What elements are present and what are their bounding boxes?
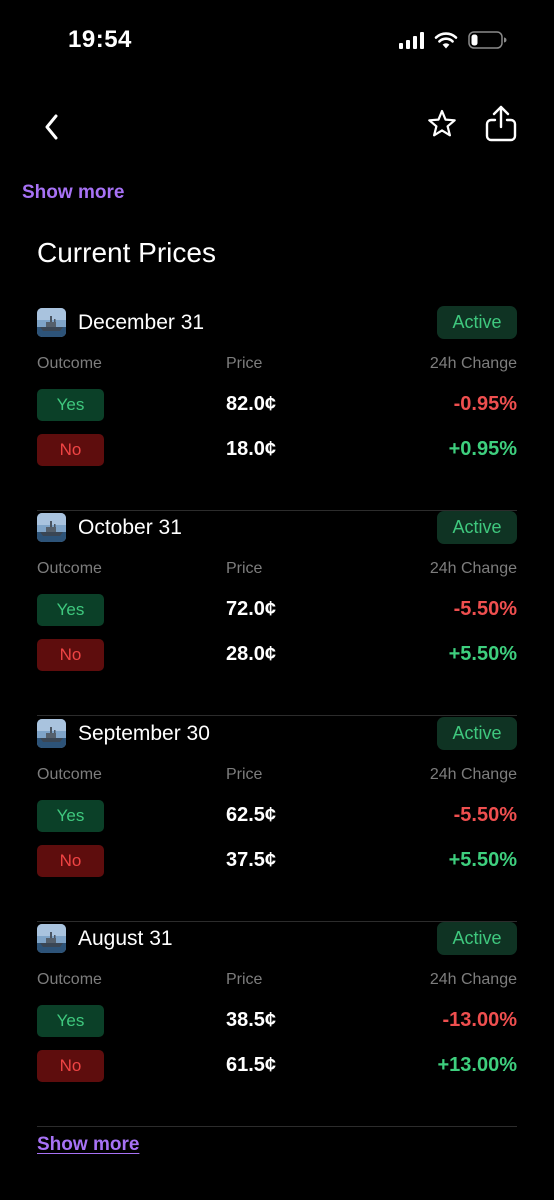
share-icon [485, 105, 517, 142]
market-header: August 31 Active [37, 922, 517, 956]
yes-change: -5.50% [453, 804, 517, 826]
market-header: December 31 Active [37, 306, 517, 340]
no-change: +0.95% [448, 438, 517, 460]
change-column-header: 24h Change [429, 971, 517, 988]
ship-icon [37, 719, 66, 748]
status-badge: Active [437, 717, 517, 750]
yes-outcome-button[interactable]: Yes [37, 594, 104, 626]
no-change: +5.50% [448, 643, 517, 665]
market-date: August 31 [78, 927, 173, 950]
change-column-header: 24h Change [429, 560, 517, 577]
yes-price: 72.0¢ [226, 598, 277, 620]
ship-icon [37, 308, 66, 337]
outcome-row-yes: Yes 38.5¢ -13.00% [37, 1005, 517, 1037]
price-column-header: Price [226, 971, 263, 988]
no-price: 28.0¢ [226, 643, 277, 665]
status-bar: 19:54 [0, 0, 554, 80]
status-icons [399, 30, 508, 50]
yes-outcome-button[interactable]: Yes [37, 800, 104, 832]
share-button[interactable] [481, 102, 521, 144]
outcome-row-no: No 28.0¢ +5.50% [37, 639, 517, 671]
no-price: 18.0¢ [226, 438, 277, 460]
column-headers: Outcome Price 24h Change [37, 766, 517, 786]
favorite-button[interactable] [424, 106, 460, 142]
yes-outcome-button[interactable]: Yes [37, 389, 104, 421]
status-time: 19:54 [68, 26, 132, 53]
nav-bar [0, 100, 554, 150]
outcome-row-no: No 37.5¢ +5.50% [37, 845, 517, 877]
market-date: October 31 [78, 516, 182, 539]
price-column-header: Price [226, 766, 263, 783]
market-thumbnail [37, 924, 66, 953]
outcome-row-yes: Yes 62.5¢ -5.50% [37, 800, 517, 832]
back-button[interactable] [38, 104, 68, 144]
outcome-row-no: No 61.5¢ +13.00% [37, 1050, 517, 1082]
no-outcome-button[interactable]: No [37, 1050, 104, 1082]
outcome-column-header: Outcome [37, 971, 102, 988]
market-thumbnail [37, 719, 66, 748]
yes-price: 38.5¢ [226, 1009, 277, 1031]
market-date: September 30 [78, 722, 210, 745]
column-headers: Outcome Price 24h Change [37, 971, 517, 991]
no-change: +5.50% [448, 849, 517, 871]
outcome-column-header: Outcome [37, 355, 102, 372]
yes-change: -5.50% [453, 598, 517, 620]
divider [37, 1126, 517, 1127]
section-title: Current Prices [37, 237, 216, 268]
market-card: September 30 Active Outcome Price 24h Ch… [37, 717, 517, 922]
no-price: 37.5¢ [226, 849, 277, 871]
yes-price: 82.0¢ [226, 393, 277, 415]
chevron-left-icon [45, 114, 58, 140]
cellular-signal-icon [399, 31, 424, 49]
show-more-link-top[interactable]: Show more [22, 182, 124, 204]
no-price: 61.5¢ [226, 1054, 277, 1076]
outcome-row-yes: Yes 72.0¢ -5.50% [37, 594, 517, 626]
yes-change: -0.95% [453, 393, 517, 415]
market-thumbnail [37, 308, 66, 337]
outcome-row-yes: Yes 82.0¢ -0.95% [37, 389, 517, 421]
status-badge: Active [437, 306, 517, 339]
outcome-column-header: Outcome [37, 766, 102, 783]
column-headers: Outcome Price 24h Change [37, 560, 517, 580]
no-outcome-button[interactable]: No [37, 845, 104, 877]
outcome-column-header: Outcome [37, 560, 102, 577]
market-card: December 31 Active Outcome Price 24h Cha… [37, 306, 517, 511]
market-header: October 31 Active [37, 511, 517, 545]
market-thumbnail [37, 513, 66, 542]
market-card: August 31 Active Outcome Price 24h Chang… [37, 922, 517, 1127]
market-header: September 30 Active [37, 717, 517, 751]
market-date: December 31 [78, 311, 205, 334]
market-card: October 31 Active Outcome Price 24h Chan… [37, 511, 517, 716]
ship-icon [37, 924, 66, 953]
change-column-header: 24h Change [429, 355, 517, 372]
yes-price: 62.5¢ [226, 804, 277, 826]
no-change: +13.00% [437, 1054, 517, 1076]
ship-icon [37, 513, 66, 542]
column-headers: Outcome Price 24h Change [37, 355, 517, 375]
yes-change: -13.00% [442, 1009, 518, 1031]
divider [37, 715, 517, 716]
status-badge: Active [437, 511, 517, 544]
price-column-header: Price [226, 560, 263, 577]
battery-icon [468, 31, 507, 49]
change-column-header: 24h Change [429, 766, 517, 783]
no-outcome-button[interactable]: No [37, 434, 104, 466]
status-badge: Active [437, 922, 517, 955]
star-icon [428, 109, 456, 137]
no-outcome-button[interactable]: No [37, 639, 104, 671]
show-more-link-bottom[interactable]: Show more [37, 1134, 139, 1156]
price-column-header: Price [226, 355, 263, 372]
outcome-row-no: No 18.0¢ +0.95% [37, 434, 517, 466]
wifi-icon [434, 32, 458, 49]
yes-outcome-button[interactable]: Yes [37, 1005, 104, 1037]
